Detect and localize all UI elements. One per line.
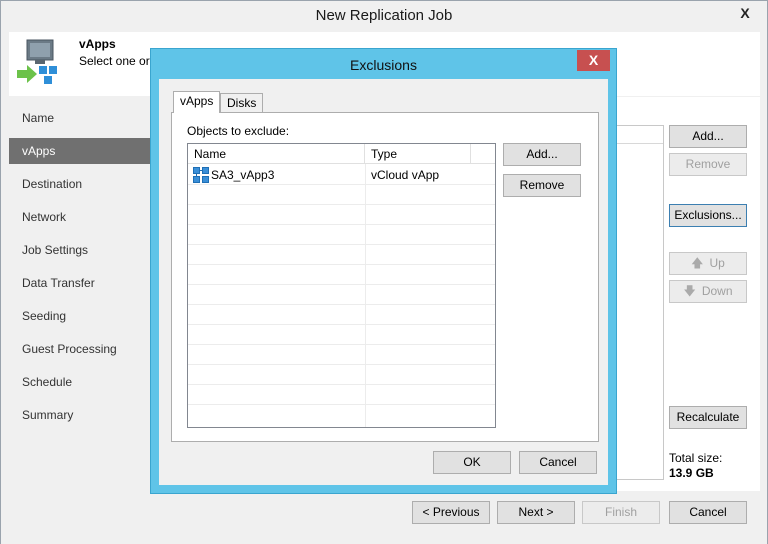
column-header-name[interactable]: Name xyxy=(188,144,365,164)
row-divider xyxy=(188,364,495,365)
step-destination[interactable]: Destination xyxy=(9,171,152,197)
replication-job-icon xyxy=(17,39,57,84)
vapps-tab-panel: Objects to exclude: Name Type SA3_vApp3 … xyxy=(171,112,599,442)
row-divider xyxy=(188,284,495,285)
row-divider xyxy=(188,304,495,305)
row-divider xyxy=(188,224,495,225)
step-schedule[interactable]: Schedule xyxy=(9,369,152,395)
step-network[interactable]: Network xyxy=(9,204,152,230)
step-summary[interactable]: Summary xyxy=(9,402,152,428)
dialog-remove-button[interactable]: Remove xyxy=(503,174,581,197)
arrow-down-icon: 🡇 xyxy=(683,284,696,298)
objects-to-exclude-label: Objects to exclude: xyxy=(187,124,290,138)
exclusions-button[interactable]: Exclusions... xyxy=(669,204,747,227)
dialog-ok-button[interactable]: OK xyxy=(433,451,511,474)
step-title: vApps xyxy=(79,37,116,51)
step-name[interactable]: Name xyxy=(9,105,152,131)
dialog-add-button[interactable]: Add... xyxy=(503,143,581,166)
next-button[interactable]: Next > xyxy=(497,501,575,524)
row-divider xyxy=(188,264,495,265)
vapps-table-header xyxy=(617,126,663,144)
dialog-cancel-button[interactable]: Cancel xyxy=(519,451,597,474)
dialog-close-button[interactable]: X xyxy=(577,50,610,71)
recalculate-button[interactable]: Recalculate xyxy=(669,406,747,429)
exclusions-list-header: Name Type xyxy=(188,144,495,164)
finish-button[interactable]: Finish xyxy=(582,501,660,524)
row-divider xyxy=(188,244,495,245)
up-button[interactable]: 🡅 Up xyxy=(669,252,747,275)
row-divider xyxy=(188,404,495,405)
row-divider xyxy=(188,384,495,385)
step-seeding[interactable]: Seeding xyxy=(9,303,152,329)
row-divider xyxy=(188,324,495,325)
remove-button[interactable]: Remove xyxy=(669,153,747,176)
dialog-body: vApps Disks Objects to exclude: Name Typ… xyxy=(159,79,608,485)
step-job-settings[interactable]: Job Settings xyxy=(9,237,152,263)
down-button[interactable]: 🡇 Down xyxy=(669,280,747,303)
step-data-transfer[interactable]: Data Transfer xyxy=(9,270,152,296)
window-close-button[interactable]: X xyxy=(729,3,761,25)
down-label: Down xyxy=(701,284,733,298)
tab-disks[interactable]: Disks xyxy=(220,93,264,113)
step-description: Select one or xyxy=(79,54,150,68)
arrow-up-icon: 🡅 xyxy=(691,256,704,270)
exclusions-list[interactable]: Name Type SA3_vApp3 vCloud vApp xyxy=(187,143,496,428)
row-divider xyxy=(188,344,495,345)
row-divider xyxy=(188,204,495,205)
step-vapps[interactable]: vApps xyxy=(9,138,152,164)
add-button[interactable]: Add... xyxy=(669,125,747,148)
vapps-table[interactable] xyxy=(616,125,664,480)
column-header-type[interactable]: Type xyxy=(365,144,471,164)
up-label: Up xyxy=(709,256,725,270)
table-row[interactable]: SA3_vApp3 vCloud vApp xyxy=(188,165,495,185)
total-size-value: 13.9 GB xyxy=(669,466,714,480)
step-guest-processing[interactable]: Guest Processing xyxy=(9,336,152,362)
dialog-title: Exclusions xyxy=(350,57,417,73)
total-size-label: Total size: xyxy=(669,451,723,465)
vapp-icon xyxy=(193,167,209,183)
tab-vapps[interactable]: vApps xyxy=(173,91,221,113)
cancel-button[interactable]: Cancel xyxy=(669,501,747,524)
previous-button[interactable]: < Previous xyxy=(412,501,490,524)
row-name: SA3_vApp3 xyxy=(211,168,275,182)
row-type: vCloud vApp xyxy=(371,168,440,182)
window-titlebar: New Replication Job X xyxy=(1,1,767,31)
wizard-steps: Name vApps Destination Network Job Setti… xyxy=(9,97,152,491)
window-title: New Replication Job xyxy=(315,7,453,24)
exclusions-dialog: Exclusions X vApps Disks Objects to excl… xyxy=(150,48,617,494)
